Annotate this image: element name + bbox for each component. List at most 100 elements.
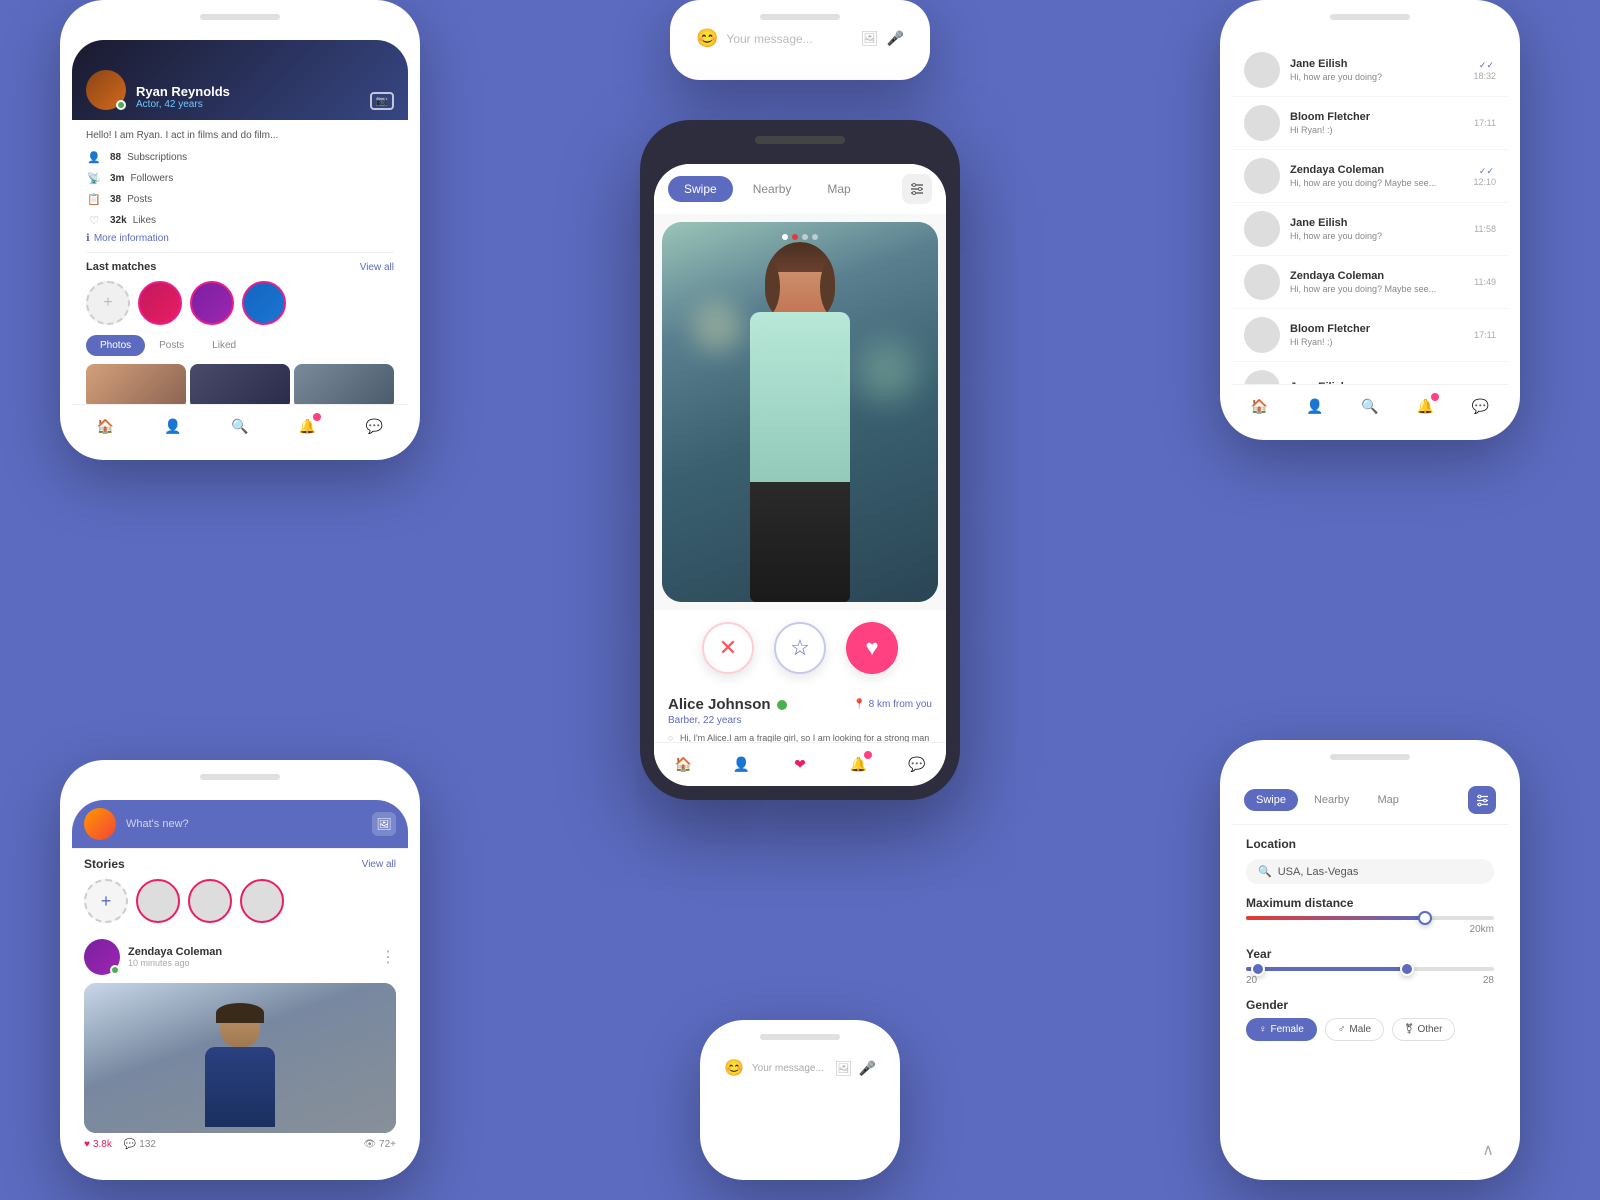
mic-icon[interactable]: 🎤 [887, 30, 904, 47]
gender-male-btn[interactable]: ♂ Male [1325, 1018, 1384, 1041]
photo-2[interactable] [190, 364, 290, 409]
year-thumb-left[interactable] [1251, 962, 1265, 976]
location-input[interactable]: 🔍 USA, Las-Vegas [1246, 859, 1494, 884]
nav-person[interactable]: 👤 [162, 416, 184, 438]
subscriptions-stat: 👤 88 Subscriptions [86, 149, 394, 165]
year-fill [1246, 967, 1407, 971]
phone-profile: Ryan Reynolds Actor, 42 years 📷 Hello! I… [60, 0, 420, 460]
filter-tab-nearby[interactable]: Nearby [1302, 789, 1361, 811]
dot-1 [782, 234, 788, 240]
msg-time-1: 18:32 [1473, 71, 1496, 81]
post-more-icon[interactable]: ⋮ [380, 947, 396, 967]
nav-person[interactable]: 👤 [1304, 396, 1326, 418]
mini-input-placeholder[interactable]: Your message... [752, 1063, 827, 1074]
tab-posts[interactable]: Posts [145, 335, 198, 356]
mini-actions: 🖼 🎤 [835, 1060, 876, 1077]
filter-tab-swipe[interactable]: Swipe [1244, 789, 1298, 811]
nav-chat[interactable]: 💬 [363, 416, 385, 438]
photo-1[interactable] [86, 364, 186, 409]
feed-photo-icon[interactable]: 🖼 [372, 812, 396, 836]
post-comments[interactable]: 💬 132 [124, 1139, 156, 1150]
mini-image-icon[interactable]: 🖼 [835, 1060, 853, 1077]
gender-other-btn[interactable]: ⚧ Other [1392, 1018, 1455, 1041]
nav-home[interactable]: 🏠 [672, 754, 694, 776]
nav-home[interactable]: 🏠 [95, 416, 117, 438]
year-thumb-right[interactable] [1400, 962, 1414, 976]
nav-bell[interactable]: 🔔 [847, 754, 869, 776]
image-icon[interactable]: 🖼 [861, 30, 879, 47]
match-avatar-2[interactable] [190, 281, 234, 325]
add-story-btn[interactable]: + [84, 879, 128, 923]
message-item[interactable]: Jane Eilish Hi, how are you doing? ✓✓ 18… [1232, 44, 1508, 97]
msg-avatar-2 [1244, 105, 1280, 141]
story-avatar-2[interactable] [188, 879, 232, 923]
view-all-link[interactable]: View all [360, 262, 394, 273]
mini-mic-icon[interactable]: 🎤 [859, 1060, 876, 1077]
like-button[interactable]: ♥ [846, 622, 898, 674]
camera-icon[interactable]: 📷 [370, 92, 394, 110]
profile-body: Hello! I am Ryan. I act in films and do … [72, 120, 408, 419]
tab-liked[interactable]: Liked [198, 335, 250, 356]
year-min: 20 [1246, 975, 1257, 986]
stories-view-all[interactable]: View all [362, 859, 396, 870]
subscriptions-label: Subscriptions [127, 152, 187, 163]
phone-filters: Swipe Nearby Map Location 🔍 USA, Las-Veg… [1220, 740, 1520, 1180]
max-distance-label: Maximum distance [1246, 896, 1494, 910]
msg-time-5: 11:49 [1474, 277, 1496, 287]
message-item[interactable]: Zendaya Coleman Hi, how are you doing? M… [1232, 256, 1508, 309]
post-likes[interactable]: ♥ 3.8k [84, 1139, 112, 1150]
feed-placeholder[interactable]: What's new? [126, 818, 372, 830]
year-slider[interactable]: 20 28 [1246, 967, 1494, 986]
card-online-dot [777, 700, 787, 710]
filter-body: Location 🔍 USA, Las-Vegas Maximum distan… [1232, 825, 1508, 1161]
filter-tab-map[interactable]: Map [1365, 789, 1410, 811]
message-item[interactable]: Jane Eilish Hi, how are you doing? 11:58 [1232, 203, 1508, 256]
nav-search[interactable]: 🔍 [229, 416, 251, 438]
stories-header: Stories View all [72, 849, 408, 875]
msg-avatar-6 [1244, 317, 1280, 353]
tab-nearby[interactable]: Nearby [737, 176, 808, 202]
nav-person[interactable]: 👤 [731, 754, 753, 776]
add-match-btn[interactable]: + [86, 281, 130, 325]
message-item[interactable]: Bloom Fletcher Hi Ryan! :) 17:11 [1232, 309, 1508, 362]
gender-female-btn[interactable]: ♀ Female [1246, 1018, 1317, 1041]
photo-3[interactable] [294, 364, 394, 409]
year-max: 28 [1483, 975, 1494, 986]
msg-time-4: 11:58 [1474, 224, 1496, 234]
nav-search[interactable]: 🔍 [1359, 396, 1381, 418]
card-subtitle: Barber, 22 years [668, 715, 932, 726]
nav-bell[interactable]: 🔔 [1414, 396, 1436, 418]
posts-stat: 📋 38 Posts [86, 191, 394, 207]
tab-photos[interactable]: Photos [86, 335, 145, 356]
nav-swipe-active[interactable]: ❤ [789, 754, 811, 776]
chevron-up-icon[interactable]: ∧ [1482, 1140, 1494, 1160]
story-avatar-3[interactable] [240, 879, 284, 923]
online-indicator [116, 100, 126, 110]
tab-map[interactable]: Map [811, 176, 866, 202]
nav-chat[interactable]: 💬 [906, 754, 928, 776]
message-item[interactable]: Bloom Fletcher Hi Ryan! :) 17:11 [1232, 97, 1508, 150]
msg-name-2: Bloom Fletcher [1290, 111, 1474, 123]
gender-options: ♀ Female ♂ Male ⚧ Other [1246, 1018, 1494, 1041]
distance-slider[interactable]: 20km [1246, 916, 1494, 935]
likes-icon: ♡ [86, 212, 102, 228]
emoji-icon[interactable]: 😊 [696, 28, 718, 49]
swipe-card[interactable] [662, 222, 938, 602]
star-button[interactable]: ☆ [774, 622, 826, 674]
story-avatar-1[interactable] [136, 879, 180, 923]
message-placeholder[interactable]: Your message... [726, 32, 852, 46]
distance-thumb[interactable] [1418, 911, 1432, 925]
tab-swipe[interactable]: Swipe [668, 176, 733, 202]
match-avatar-1[interactable] [138, 281, 182, 325]
message-item[interactable]: Zendaya Coleman Hi, how are you doing? M… [1232, 150, 1508, 203]
dislike-button[interactable]: ✕ [702, 622, 754, 674]
filter-settings-icon[interactable] [1468, 786, 1496, 814]
nav-chat-active[interactable]: 💬 [1469, 396, 1491, 418]
msg-preview-6: Hi Ryan! :) [1290, 337, 1474, 347]
msg-name-3: Zendaya Coleman [1290, 164, 1473, 176]
nav-home[interactable]: 🏠 [1249, 396, 1271, 418]
nav-bell[interactable]: 🔔 [296, 416, 318, 438]
filter-btn[interactable] [902, 174, 932, 204]
match-avatar-3[interactable] [242, 281, 286, 325]
more-info-link[interactable]: ℹ More information [86, 233, 394, 244]
